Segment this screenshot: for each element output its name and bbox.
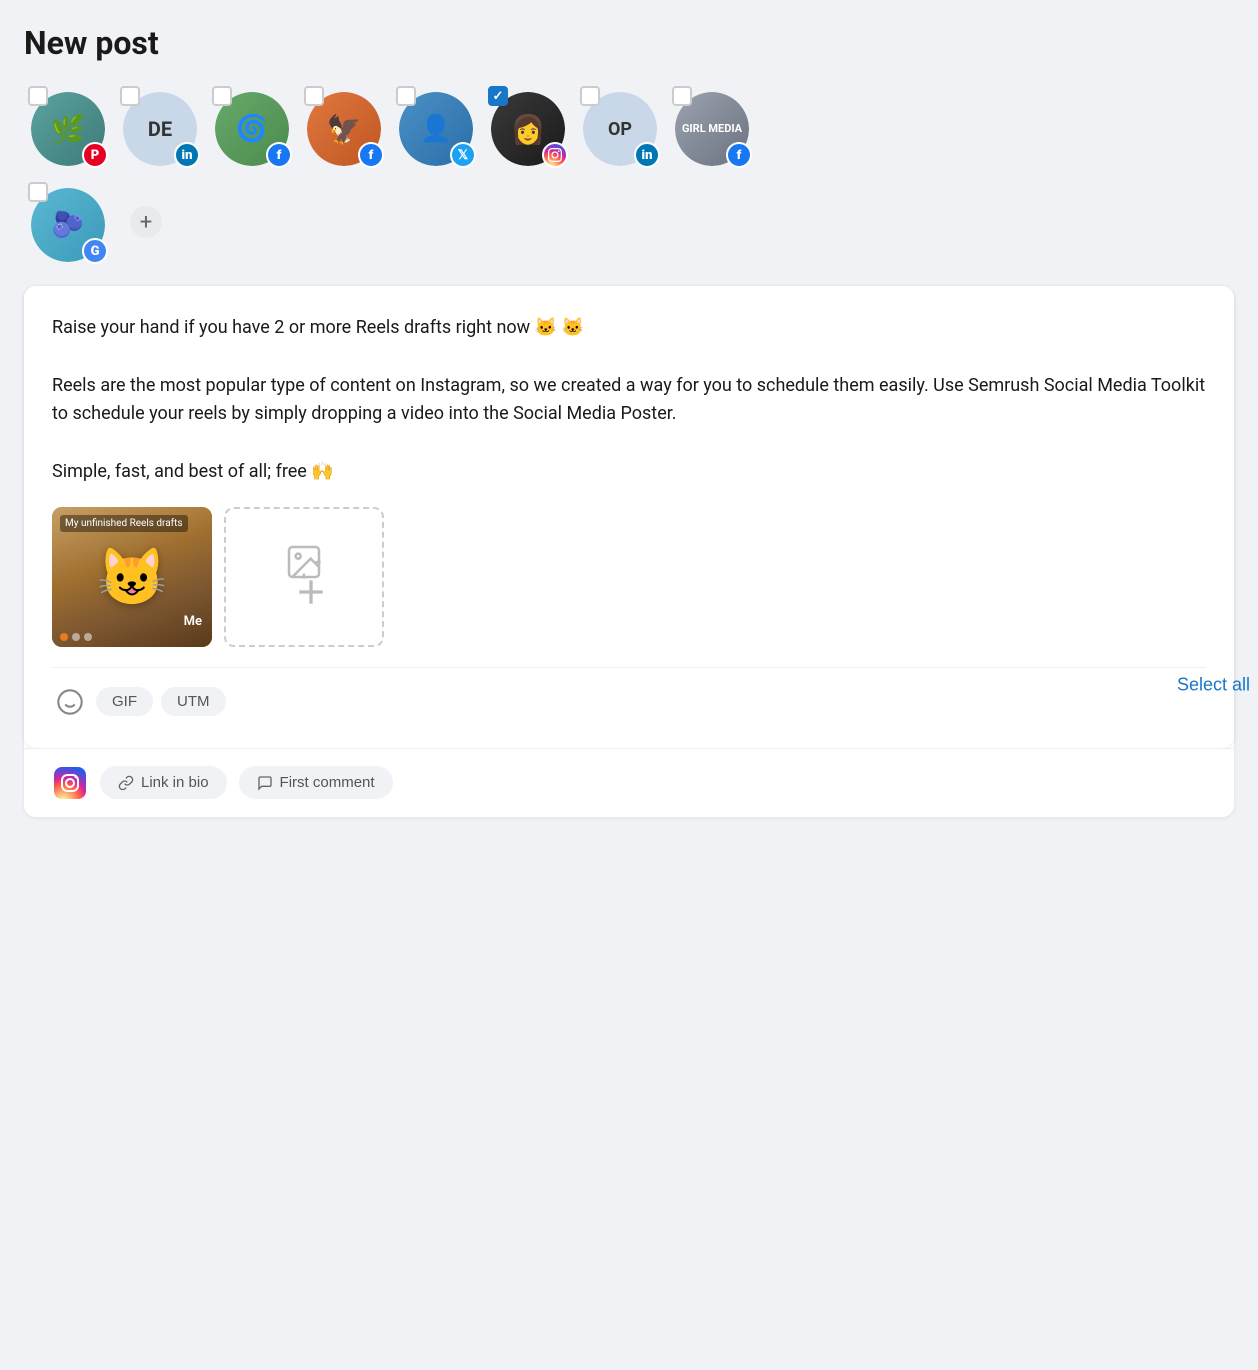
link-in-bio-button[interactable]: Link in bio <box>100 766 227 799</box>
linkedin-badge-7: in <box>634 142 660 168</box>
account-item-1[interactable]: 🌿 P <box>24 82 112 170</box>
instagram-badge-6 <box>542 142 568 168</box>
account-item-5[interactable]: 👤 𝕏 <box>392 82 480 170</box>
account-checkbox-7[interactable] <box>580 86 600 106</box>
add-media-button[interactable] <box>224 507 384 647</box>
footer-instagram-icon <box>52 765 88 801</box>
add-media-icon <box>277 542 331 612</box>
account-checkbox-5[interactable] <box>396 86 416 106</box>
select-all-button[interactable]: Select all <box>1169 671 1258 700</box>
account-checkbox-3[interactable] <box>212 86 232 106</box>
account-item-6[interactable]: 👩 <box>484 82 572 170</box>
account-checkbox-4[interactable] <box>304 86 324 106</box>
linkedin-badge-2: in <box>174 142 200 168</box>
post-editor: Raise your hand if you have 2 or more Re… <box>24 286 1234 748</box>
account-item-8[interactable]: GIRL MEDIA f <box>668 82 756 170</box>
accounts-list: 🌿 P DE in 🌀 f <box>24 82 898 270</box>
gif-button[interactable]: GIF <box>96 687 153 716</box>
utm-button[interactable]: UTM <box>161 687 226 716</box>
page-title: New post <box>24 24 1234 62</box>
media-label-top: My unfinished Reels drafts <box>60 515 188 532</box>
first-comment-label: First comment <box>280 774 375 791</box>
accounts-row2: 🫐 G + <box>24 178 898 266</box>
footer-bar: Link in bio First comment <box>24 748 1234 817</box>
emoji-button[interactable] <box>52 684 88 720</box>
account-item-7[interactable]: OP in <box>576 82 664 170</box>
account-item-3[interactable]: 🌀 f <box>208 82 296 170</box>
facebook-badge-4: f <box>358 142 384 168</box>
comment-icon <box>257 775 273 791</box>
link-icon <box>118 775 134 791</box>
twitter-badge-5: 𝕏 <box>450 142 476 168</box>
media-thumb-inner: 😺 My unfinished Reels drafts Me <box>52 507 212 647</box>
account-checkbox-9[interactable] <box>28 182 48 202</box>
post-card: Raise your hand if you have 2 or more Re… <box>24 286 1234 817</box>
media-label-me: Me <box>184 614 202 629</box>
google-badge-9: G <box>82 238 108 264</box>
toolbar-row: GIF UTM <box>52 667 1206 720</box>
media-dots <box>60 633 92 641</box>
accounts-section: 🌿 P DE in 🌀 f <box>24 82 1234 270</box>
media-dot-3 <box>84 633 92 641</box>
media-dot-2 <box>72 633 80 641</box>
first-comment-button[interactable]: First comment <box>239 766 393 799</box>
pinterest-badge-1: P <box>82 142 108 168</box>
account-item-9[interactable]: 🫐 G <box>24 178 112 266</box>
facebook-badge-8: f <box>726 142 752 168</box>
account-checkbox-8[interactable] <box>672 86 692 106</box>
account-checkbox-1[interactable] <box>28 86 48 106</box>
facebook-badge-3: f <box>266 142 292 168</box>
media-dot-1 <box>60 633 68 641</box>
account-item-4[interactable]: 🦅 f <box>300 82 388 170</box>
account-checkbox-6[interactable] <box>488 86 508 106</box>
account-item-2[interactable]: DE in <box>116 82 204 170</box>
account-checkbox-2[interactable] <box>120 86 140 106</box>
media-thumbnail[interactable]: 😺 My unfinished Reels drafts Me <box>52 507 212 647</box>
post-text[interactable]: Raise your hand if you have 2 or more Re… <box>52 314 1206 487</box>
media-row: 😺 My unfinished Reels drafts Me <box>52 507 1206 647</box>
link-in-bio-label: Link in bio <box>141 774 209 791</box>
add-account-button[interactable]: + <box>130 206 162 238</box>
